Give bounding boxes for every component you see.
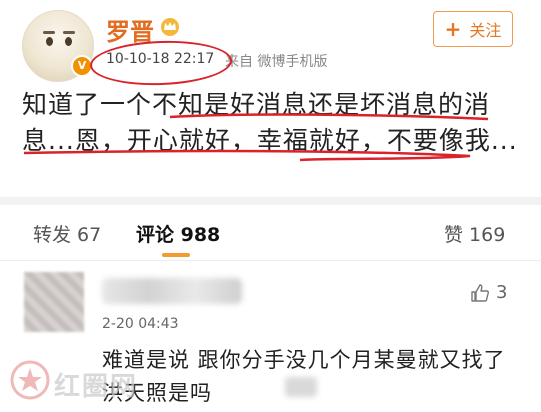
avatar-brow: [43, 31, 55, 34]
post-source: 来自 微博手机版: [225, 54, 328, 70]
thumb-up-icon: [471, 283, 489, 302]
comment-like-count: 3: [496, 282, 508, 303]
tabs-divider: [0, 260, 541, 261]
comment-like-button[interactable]: 3: [470, 282, 507, 303]
avatar-eye: [46, 37, 53, 46]
post-text: 知道了一个不知是好消息还是坏消息的消息...恩，开心就好，幸福就好，不要像我..…: [22, 90, 518, 155]
active-tab-indicator: [162, 253, 190, 257]
follow-button[interactable]: + 关注: [433, 11, 513, 47]
comment-avatar[interactable]: [24, 272, 84, 332]
comment-username-redacted: [102, 278, 242, 304]
avatar-eye: [65, 37, 72, 46]
comment-time: 2-20 04:43: [102, 316, 179, 332]
plus-icon: +: [444, 17, 462, 41]
tab-repost[interactable]: 转发 67: [33, 220, 101, 247]
comment-redacted: [285, 377, 317, 397]
watermark-logo-icon: [10, 360, 50, 400]
tab-like[interactable]: 赞 169: [444, 220, 505, 247]
section-divider: [0, 197, 541, 205]
tab-comment[interactable]: 评论 988: [136, 220, 220, 247]
crown-icon: [161, 18, 179, 36]
avatar-brow: [63, 31, 75, 34]
follow-label: 关注: [469, 21, 502, 40]
watermark-text: 红圈网: [54, 372, 139, 402]
